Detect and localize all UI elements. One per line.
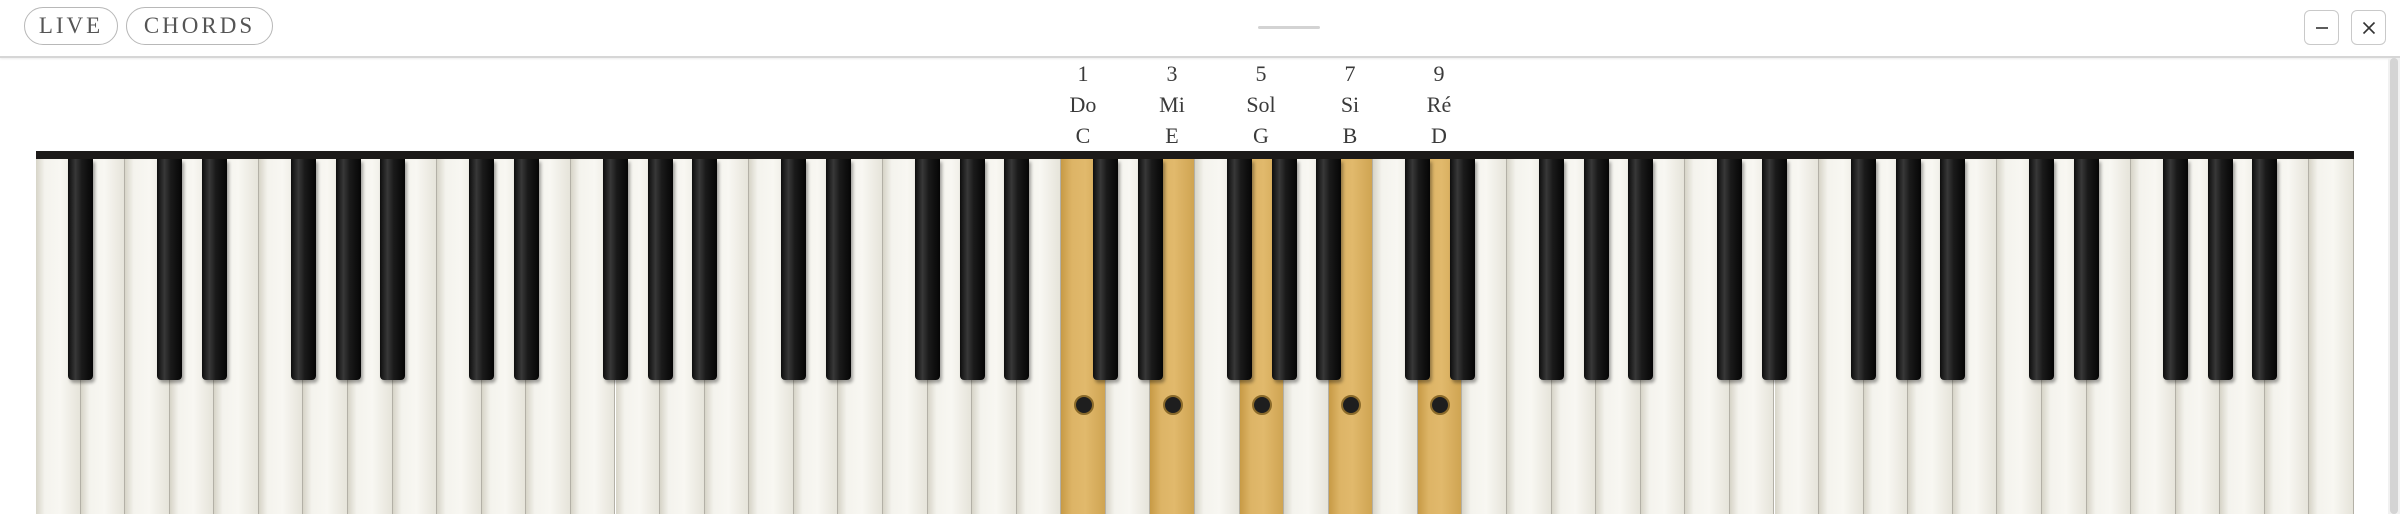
note-label-b: 7 Si B	[1305, 58, 1395, 151]
black-key[interactable]	[1762, 159, 1787, 380]
black-key[interactable]	[1093, 159, 1119, 380]
black-key[interactable]	[1316, 159, 1342, 380]
black-key[interactable]	[201, 159, 227, 380]
black-key[interactable]	[1539, 159, 1565, 380]
black-key[interactable]	[335, 159, 361, 380]
letter-label: C	[1075, 123, 1091, 148]
solfege-label: Si	[1340, 92, 1360, 117]
letter-label: E	[1165, 123, 1179, 148]
letter-label: B	[1342, 123, 1358, 148]
note-label-d: 9 Ré D	[1394, 58, 1484, 151]
note-marker-dot	[1073, 395, 1094, 415]
black-key[interactable]	[647, 159, 673, 380]
drag-handle[interactable]	[1258, 26, 1320, 29]
black-key[interactable]	[1004, 159, 1030, 380]
black-key[interactable]	[157, 159, 183, 380]
black-key[interactable]	[380, 159, 406, 380]
close-button[interactable]	[2351, 10, 2386, 45]
note-marker-dot	[1341, 395, 1362, 415]
note-label-g: 5 Sol G	[1216, 58, 1306, 151]
black-key[interactable]	[1271, 159, 1297, 380]
black-key[interactable]	[2252, 159, 2278, 380]
keyboard-felt-strip	[36, 151, 2354, 159]
black-key[interactable]	[1717, 159, 1743, 380]
black-key[interactable]	[1895, 159, 1921, 380]
degree-label: 3	[1166, 61, 1178, 86]
black-key[interactable]	[1851, 159, 1877, 380]
solfege-label: Sol	[1246, 92, 1276, 117]
black-key[interactable]	[692, 159, 718, 380]
note-marker-dot	[1251, 395, 1272, 415]
chords-button[interactable]: CHORDS	[126, 7, 273, 45]
white-key[interactable]	[2309, 159, 2354, 514]
black-key[interactable]	[603, 159, 628, 380]
degree-label: 1	[1077, 61, 1089, 86]
black-key[interactable]	[68, 159, 94, 380]
black-key[interactable]	[1449, 159, 1475, 380]
degree-label: 7	[1344, 61, 1356, 86]
black-key[interactable]	[825, 159, 851, 380]
chord-note-labels: 1 Do C 3 Mi E 5 Sol G 7 Si B 9 Ré D	[0, 58, 2400, 153]
x-icon	[2362, 21, 2375, 34]
note-label-e: 3 Mi E	[1127, 58, 1217, 151]
degree-label: 9	[1433, 61, 1445, 86]
solfege-label: Do	[1069, 92, 1097, 117]
black-key[interactable]	[1628, 159, 1654, 380]
black-key[interactable]	[1940, 159, 1966, 380]
piano-keyboard	[36, 159, 2354, 514]
black-key[interactable]	[2207, 159, 2233, 380]
note-label-c: 1 Do C	[1038, 58, 1128, 151]
degree-label: 5	[1255, 61, 1267, 86]
black-key[interactable]	[1405, 159, 1431, 380]
minus-icon	[2315, 26, 2328, 29]
black-key[interactable]	[469, 159, 495, 380]
black-key[interactable]	[290, 159, 316, 380]
letter-label: G	[1253, 123, 1269, 148]
black-key[interactable]	[1227, 159, 1253, 380]
top-bar: LIVE CHORDS	[0, 0, 2400, 58]
black-key[interactable]	[2074, 159, 2099, 380]
black-key[interactable]	[1137, 159, 1163, 380]
solfege-label: Mi	[1159, 92, 1185, 117]
black-key[interactable]	[1583, 159, 1609, 380]
black-key[interactable]	[513, 159, 539, 380]
note-marker-dot	[1162, 395, 1183, 415]
black-key[interactable]	[959, 159, 985, 380]
black-key[interactable]	[2029, 159, 2055, 380]
solfege-label: Ré	[1426, 92, 1452, 117]
black-key[interactable]	[2163, 159, 2189, 380]
live-button[interactable]: LIVE	[24, 7, 118, 45]
black-key[interactable]	[915, 159, 940, 380]
letter-label: D	[1431, 123, 1447, 148]
minimize-button[interactable]	[2304, 10, 2339, 45]
black-key[interactable]	[781, 159, 807, 380]
